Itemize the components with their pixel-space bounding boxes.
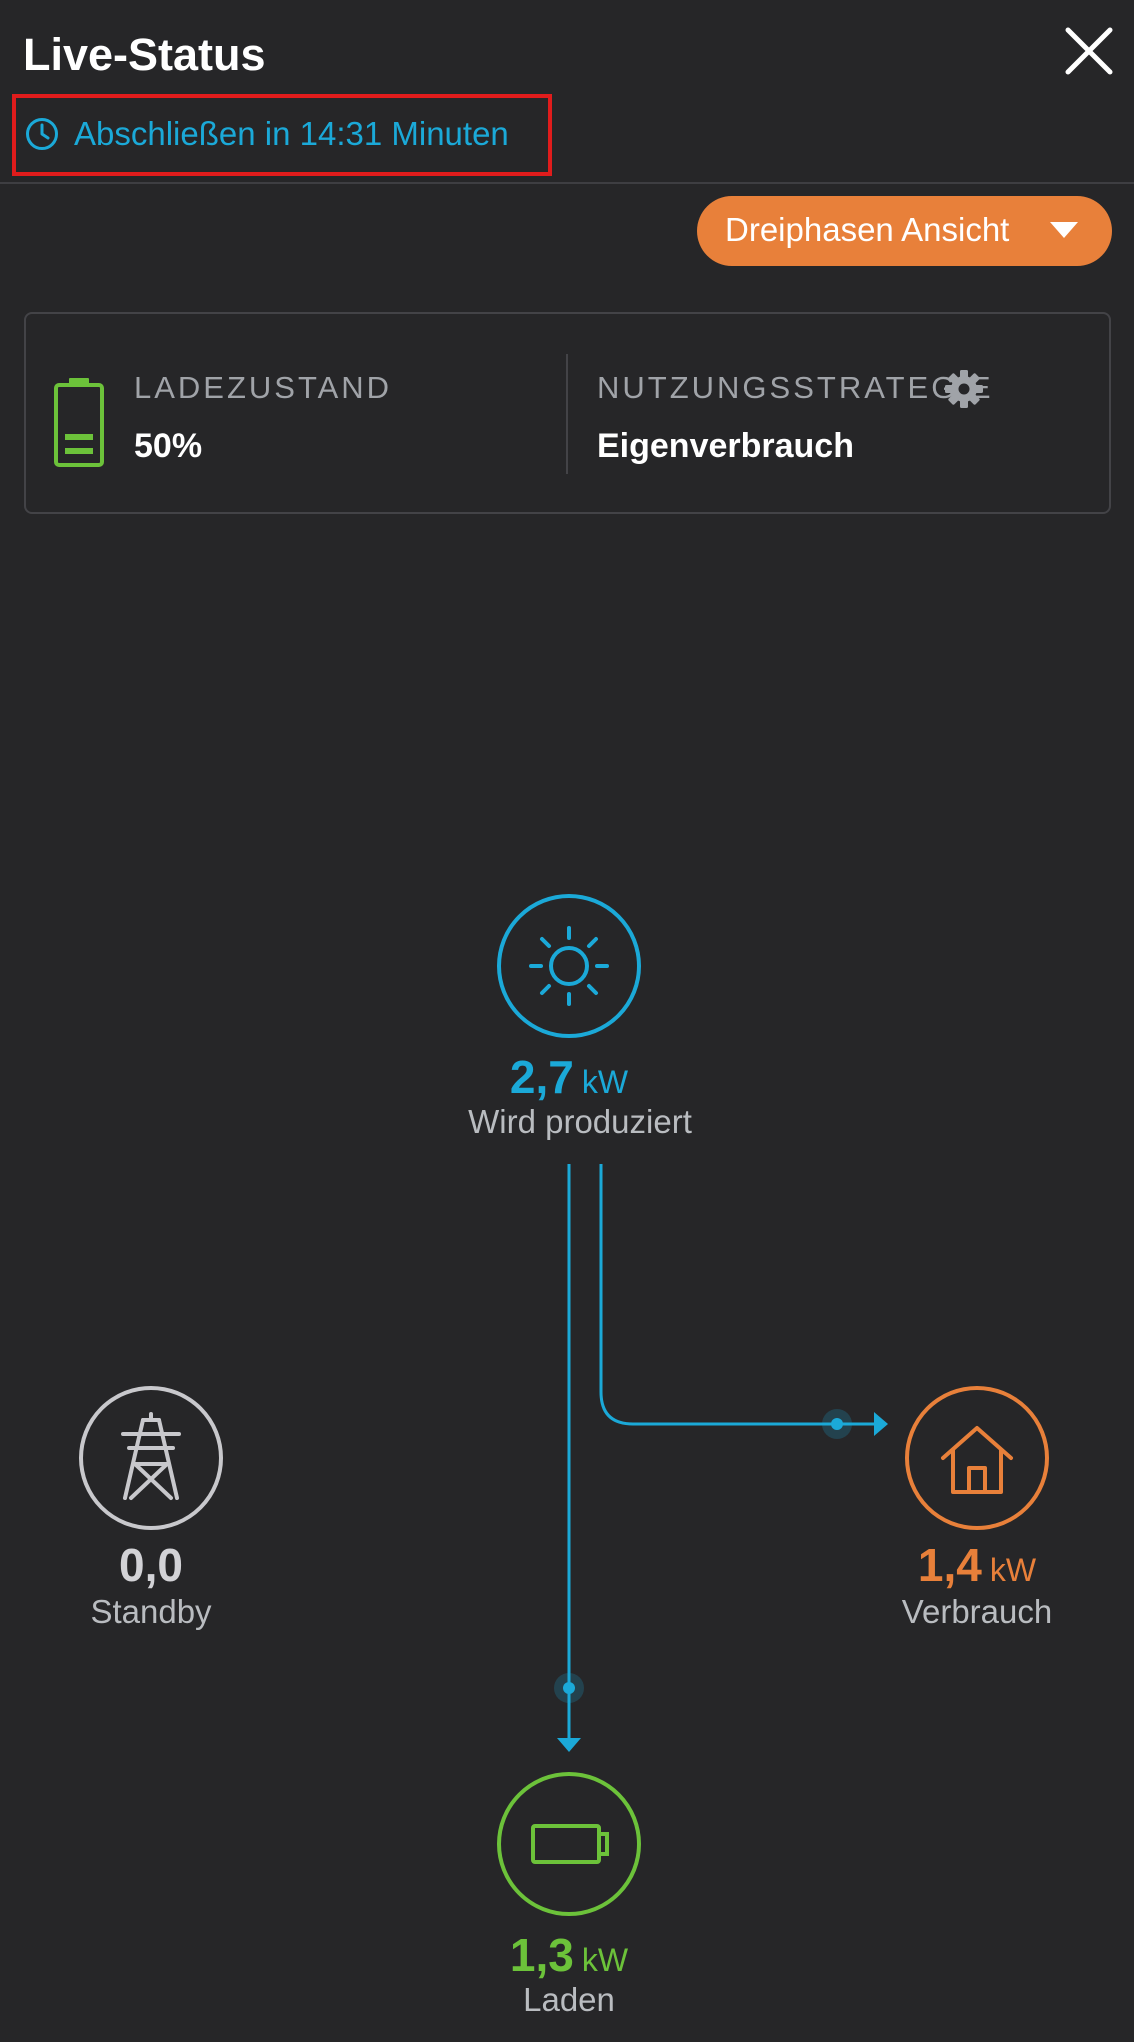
battery-node[interactable] bbox=[497, 1772, 641, 1916]
grid-node[interactable] bbox=[79, 1386, 223, 1530]
usage-strategy-value: Eigenverbrauch bbox=[597, 427, 854, 465]
gear-icon[interactable] bbox=[944, 369, 984, 409]
house-power-number: 1,4 bbox=[917, 1539, 982, 1591]
phase-view-dropdown[interactable]: Dreiphasen Ansicht bbox=[697, 196, 1112, 266]
battery-icon bbox=[54, 378, 104, 467]
house-node[interactable] bbox=[905, 1386, 1049, 1530]
house-status-label: Verbrauch bbox=[901, 1593, 1053, 1630]
battery-power-number: 1,3 bbox=[509, 1929, 574, 1981]
state-of-charge-label: LADEZUSTAND bbox=[134, 370, 393, 405]
grid-power-number: 0,0 bbox=[119, 1539, 183, 1591]
clock-icon bbox=[26, 118, 58, 150]
solar-node[interactable] bbox=[497, 894, 641, 1038]
flow-dot-battery bbox=[554, 1673, 584, 1703]
solar-power-unit: kW bbox=[581, 1064, 629, 1100]
usage-strategy-label: NUTZUNGSSTRATEGIE bbox=[597, 370, 994, 405]
solar-power-number: 2,7 bbox=[509, 1051, 574, 1103]
state-of-charge-value: 50% bbox=[134, 427, 203, 465]
flow-line-solar-house bbox=[599, 1164, 874, 1426]
session-timer: Abschließen in 14:31 Minuten bbox=[74, 115, 509, 152]
page-title: Live-Status bbox=[23, 29, 266, 80]
arrow-right-icon bbox=[874, 1412, 888, 1436]
phase-view-label: Dreiphasen Ansicht bbox=[725, 211, 1010, 248]
house-icon bbox=[941, 1426, 1013, 1494]
flow-dot-house bbox=[822, 1409, 852, 1439]
arrow-down-icon bbox=[557, 1738, 581, 1752]
power-tower-icon bbox=[121, 1412, 181, 1500]
house-power-unit: kW bbox=[989, 1552, 1037, 1588]
close-button[interactable] bbox=[1060, 22, 1118, 80]
battery-status-label: Laden bbox=[523, 1981, 615, 2018]
caret-down-icon bbox=[1050, 222, 1078, 238]
grid-status-label: Standby bbox=[90, 1593, 212, 1630]
close-icon bbox=[1065, 27, 1113, 75]
sun-icon bbox=[529, 926, 609, 1006]
battery-power-unit: kW bbox=[581, 1942, 629, 1978]
solar-status-label: Wird produziert bbox=[468, 1103, 692, 1140]
battery-icon bbox=[531, 1824, 609, 1864]
card-divider bbox=[566, 354, 568, 474]
